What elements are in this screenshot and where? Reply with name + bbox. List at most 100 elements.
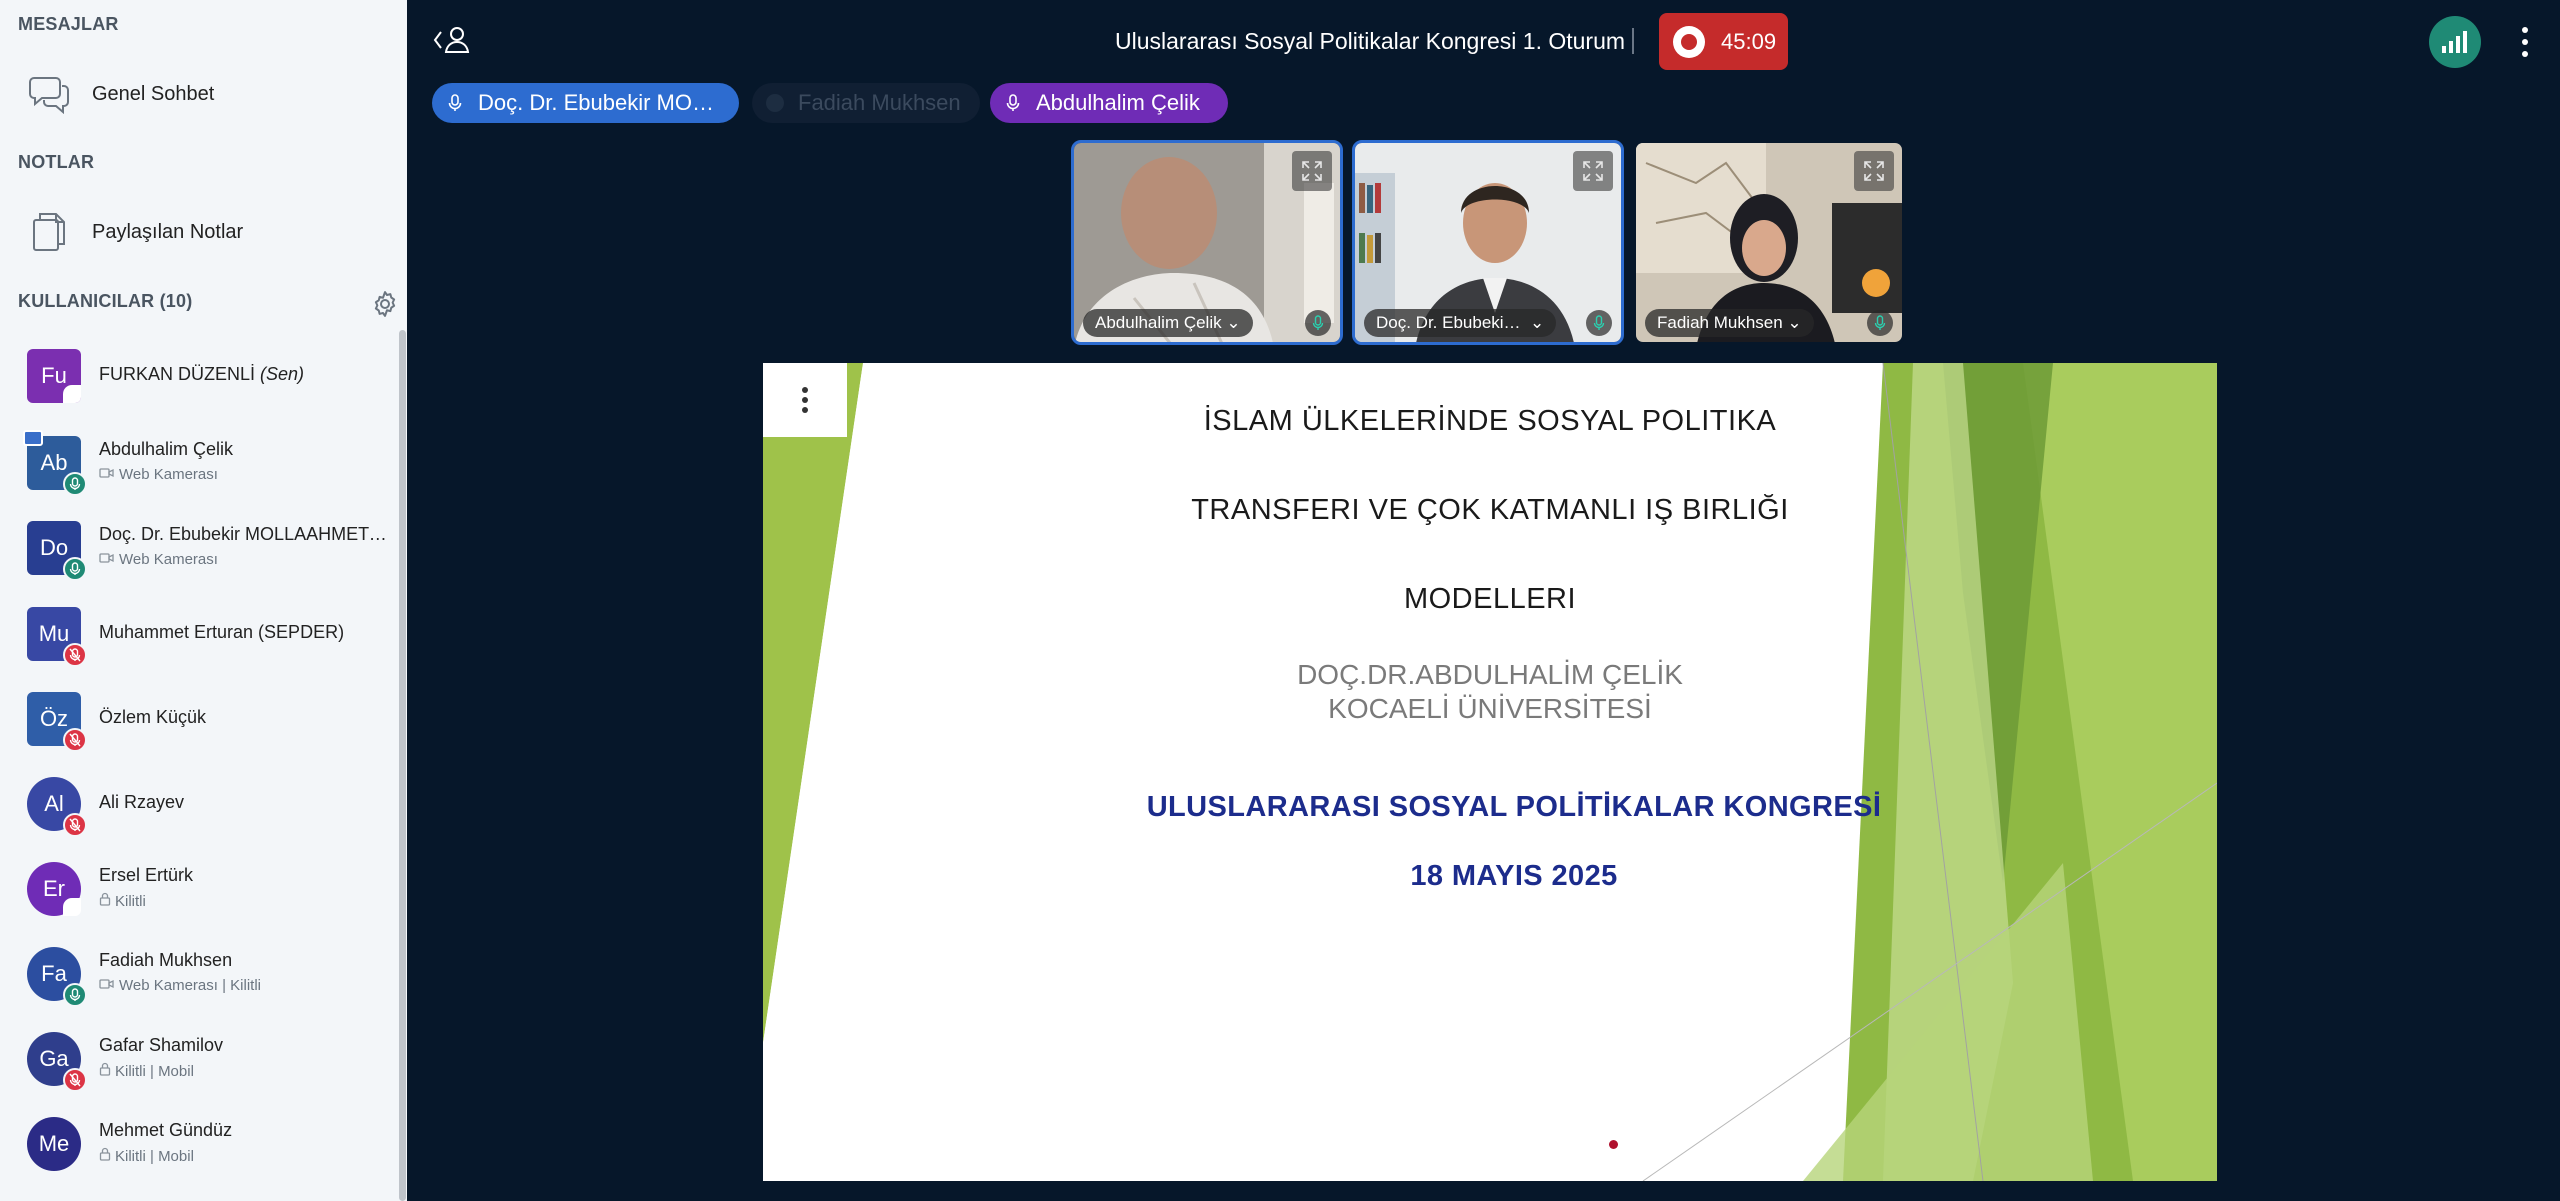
mic-icon: [63, 983, 87, 1007]
avatar: Mu: [27, 607, 87, 667]
chat-icon: [26, 71, 72, 117]
user-item[interactable]: Do Doç. Dr. Ebubekir MOLLAAHMETOĞLU Web …: [0, 506, 399, 590]
mic-icon: [444, 92, 466, 114]
avatar: Fu: [27, 349, 81, 403]
user-name: Ersel Ertürk: [99, 865, 194, 885]
lock-icon: [99, 1062, 111, 1080]
mic-off-icon: [63, 643, 87, 667]
record-button[interactable]: 45:09: [1659, 13, 1788, 70]
avatar: Fa: [27, 947, 87, 1007]
slide-pointer: [1609, 1140, 1618, 1149]
presentation-slide[interactable]: İSLAM ÜLKELERİNDE SOSYAL POLITIKA TRANSF…: [763, 363, 2217, 1181]
talker-name: Doç. Dr. Ebubekir MO…: [478, 90, 714, 115]
video-name-tag[interactable]: Doç. Dr. Ebubeki… ⌄: [1364, 309, 1557, 337]
video-tile[interactable]: Abdulhalim Çelik ⌄: [1071, 140, 1343, 345]
avatar: Al: [27, 777, 87, 837]
gear-icon[interactable]: [370, 289, 400, 319]
user-item[interactable]: Me Mehmet Gündüz Kilitli | Mobil: [0, 1102, 398, 1186]
status-indicator: [63, 898, 81, 916]
webcam-icon: [99, 551, 115, 568]
notes-section-title: NOTLAR: [18, 152, 95, 172]
mic-off-icon: [63, 1068, 87, 1092]
mic-icon: [1867, 310, 1893, 336]
user-name: Özlem Küçük: [99, 707, 207, 727]
avatar: Öz: [27, 692, 87, 752]
user-status: Web Kamerası: [99, 466, 218, 483]
user-name: Fadiah Mukhsen: [99, 950, 233, 970]
shared-notes-label: Paylaşılan Notlar: [92, 220, 244, 243]
record-icon: [1673, 25, 1705, 58]
slide-university: KOCAELİ ÜNİVERSİTESİ: [1328, 693, 1652, 724]
more-vertical-icon[interactable]: [2515, 22, 2535, 62]
record-time: 45:09: [1721, 28, 1777, 54]
avatar: Er: [27, 862, 81, 916]
lock-icon: [99, 1147, 111, 1165]
slide-title-line: MODELLERI: [1403, 583, 1577, 615]
talker-indicator[interactable]: Doç. Dr. Ebubekir MO…: [432, 83, 739, 123]
mic-icon: [764, 92, 786, 114]
webcam-icon: [99, 977, 115, 994]
video-name-tag[interactable]: Abdulhalim Çelik ⌄: [1083, 309, 1253, 337]
user-item[interactable]: Mu Muhammet Erturan (SEPDER): [0, 592, 398, 676]
user-item[interactable]: Al Ali Rzayev: [0, 762, 398, 846]
connection-status-button[interactable]: [2429, 16, 2481, 68]
user-status: Web Kamerası | Kilitli: [99, 977, 261, 994]
top-bar: Uluslararası Sosyal Politikalar Kongresi…: [407, 0, 2560, 80]
user-name: Ali Rzayev: [99, 792, 185, 812]
divider: [1632, 28, 1634, 54]
signal-icon: [2442, 31, 2467, 53]
slide-author: DOÇ.DR.ABDULHALİM ÇELİK: [1297, 659, 1683, 690]
user-item[interactable]: Öz Özlem Küçük: [0, 677, 398, 761]
video-tile[interactable]: Doç. Dr. Ebubeki… ⌄: [1352, 140, 1624, 345]
public-chat-link[interactable]: Genel Sohbet: [0, 62, 400, 126]
video-name-tag[interactable]: Fadiah Mukhsen ⌄: [1645, 309, 1814, 337]
expand-icon[interactable]: [1292, 151, 1332, 191]
avatar: Do: [27, 521, 87, 581]
user-status: Web Kamerası: [99, 551, 218, 568]
talker-name: Abdulhalim Çelik: [1036, 90, 1200, 115]
talker-indicator[interactable]: Fadiah Mukhsen: [752, 83, 980, 123]
mic-off-icon: [63, 813, 87, 837]
user-item[interactable]: Ga Gafar Shamilov Kilitli | Mobil: [0, 1017, 398, 1101]
user-item[interactable]: Ab Abdulhalim Çelik Web Kamerası: [0, 421, 398, 505]
expand-icon[interactable]: [1573, 151, 1613, 191]
slide-background: [763, 363, 2217, 1181]
lock-icon: [99, 892, 111, 910]
talker-indicator[interactable]: Abdulhalim Çelik: [990, 83, 1228, 123]
messages-section-title: MESAJLAR: [18, 14, 119, 34]
more-vertical-icon[interactable]: [763, 363, 847, 437]
avatar: Me: [27, 1117, 81, 1171]
back-icon[interactable]: [429, 22, 477, 58]
mic-icon: [1305, 310, 1331, 336]
presenter-icon: [23, 430, 43, 446]
chevron-down-icon: ⌄: [1226, 313, 1241, 332]
chevron-down-icon: ⌄: [1530, 313, 1545, 332]
slide-congress: ULUSLARARASI SOSYAL POLİTİKALAR KONGRESİ: [1146, 791, 1882, 823]
avatar: Ab: [23, 430, 87, 496]
user-name: Doç. Dr. Ebubekir MOLLAAHMETOĞLU: [99, 524, 399, 544]
slide-date: 18 MAYIS 2025: [1410, 860, 1618, 892]
video-tile[interactable]: Fadiah Mukhsen ⌄: [1633, 140, 1905, 345]
slide-title-line: İSLAM ÜLKELERİNDE SOSYAL POLITIKA: [1203, 405, 1777, 437]
user-item[interactable]: Er Ersel Ertürk Kilitli: [0, 847, 398, 931]
user-item[interactable]: Fa Fadiah Mukhsen Web Kamerası | Kilitli: [0, 932, 398, 1016]
mic-off-icon: [63, 728, 87, 752]
shared-notes-link[interactable]: Paylaşılan Notlar: [0, 200, 400, 264]
self-indicator: [63, 385, 81, 403]
user-name: Mehmet Gündüz: [99, 1120, 233, 1140]
mic-icon: [1002, 92, 1024, 114]
mic-icon: [63, 557, 87, 581]
user-status: Kilitli: [99, 892, 146, 910]
notes-icon: [26, 209, 72, 255]
webcam-icon: [99, 466, 115, 483]
user-item[interactable]: Fu FURKAN DÜZENLİ (Sen): [0, 334, 398, 418]
users-section-title: KULLANICILAR (10): [18, 291, 193, 311]
mic-icon: [63, 472, 87, 496]
user-name: Muhammet Erturan (SEPDER): [99, 622, 345, 642]
user-list-scrollbar[interactable]: [399, 330, 406, 1201]
user-status: Kilitli | Mobil: [99, 1147, 194, 1165]
user-name: Gafar Shamilov: [99, 1035, 224, 1055]
expand-icon[interactable]: [1854, 151, 1894, 191]
user-name: FURKAN DÜZENLİ (Sen): [99, 364, 305, 384]
avatar: Ga: [27, 1032, 87, 1092]
